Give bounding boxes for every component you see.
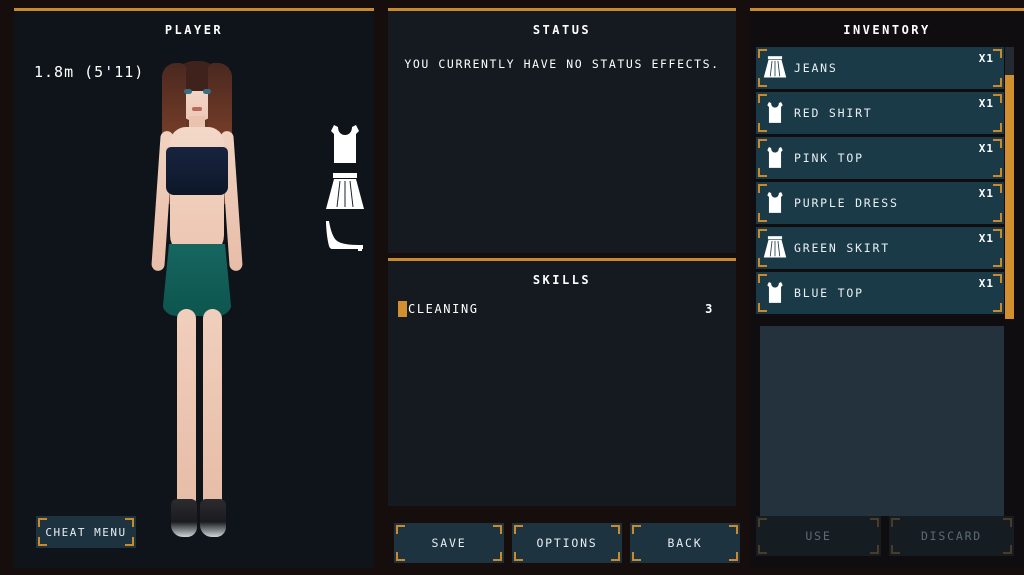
inventory-item-name: PURPLE DRESS — [794, 196, 899, 210]
cheat-menu-label: CHEAT MENU — [45, 526, 126, 539]
inventory-scrollbar[interactable] — [1005, 47, 1014, 319]
inventory-item-name: PINK TOP — [794, 151, 864, 165]
equipped-items — [310, 123, 374, 257]
cheat-menu-button[interactable]: CHEAT MENU — [36, 516, 136, 548]
item-detail-box — [760, 326, 1004, 516]
tank-top-icon — [756, 144, 794, 172]
eye-right — [203, 89, 211, 94]
status-panel: STATUS YOU CURRENTLY HAVE NO STATUS EFFE… — [388, 8, 736, 253]
skills-panel: SKILLS CLEANING 3 — [388, 258, 736, 506]
high-heel-icon[interactable] — [322, 219, 368, 251]
inventory-item[interactable]: PINK TOP X1 — [756, 137, 1004, 179]
skill-name: CLEANING — [408, 302, 479, 316]
discard-button: DISCARD — [889, 516, 1014, 556]
inventory-item[interactable]: JEANS X1 — [756, 47, 1004, 89]
game-screen: PLAYER 1.8m (5'11) — [0, 0, 1024, 575]
inventory-item-qty: X1 — [979, 277, 994, 290]
skill-bullet-icon — [398, 301, 407, 317]
inventory-item-qty: X1 — [979, 97, 994, 110]
inventory-item-qty: X1 — [979, 142, 994, 155]
player-height-label: 1.8m (5'11) — [34, 63, 144, 81]
skirt-icon[interactable] — [323, 173, 367, 213]
leg-right — [203, 309, 222, 509]
inventory-item[interactable]: GREEN SKIRT X1 — [756, 227, 1004, 269]
back-button[interactable]: BACK — [630, 523, 740, 563]
worn-skirt — [162, 244, 232, 316]
action-bar: SAVE OPTIONS BACK — [394, 523, 740, 563]
skirt-icon — [756, 235, 794, 261]
status-message: YOU CURRENTLY HAVE NO STATUS EFFECTS. — [388, 57, 736, 71]
inventory-item-name: JEANS — [794, 61, 838, 75]
inventory-item-name: BLUE TOP — [794, 286, 864, 300]
button-label: BACK — [668, 536, 703, 550]
inventory-panel-title: INVENTORY — [750, 11, 1024, 37]
inventory-item[interactable]: PURPLE DRESS X1 — [756, 182, 1004, 224]
use-button: USE — [756, 516, 881, 556]
inventory-panel: INVENTORY JEANSX1RED SHIRTX1PINK TOPX1PU… — [750, 8, 1024, 568]
options-button[interactable]: OPTIONS — [512, 523, 622, 563]
inventory-item[interactable]: RED SHIRT X1 — [756, 92, 1004, 134]
inventory-scroll-thumb[interactable] — [1005, 75, 1014, 319]
inventory-item-name: RED SHIRT — [794, 106, 873, 120]
inventory-action-bar: USE DISCARD — [756, 516, 1014, 556]
tank-top-icon — [756, 279, 794, 307]
boot-left — [171, 499, 197, 537]
inventory-item-qty: X1 — [979, 232, 994, 245]
player-panel-title: PLAYER — [14, 11, 374, 37]
lips — [192, 107, 202, 111]
tank-top-icon[interactable] — [325, 123, 365, 167]
save-button[interactable]: SAVE — [394, 523, 504, 563]
player-panel: PLAYER 1.8m (5'11) — [14, 8, 374, 568]
skirt-icon — [756, 55, 794, 81]
skill-row: CLEANING 3 — [398, 301, 714, 317]
skills-list: CLEANING 3 — [388, 301, 736, 317]
button-label: SAVE — [432, 536, 467, 550]
eye-left — [184, 89, 192, 94]
button-label: OPTIONS — [536, 536, 597, 550]
leg-left — [177, 309, 196, 509]
tank-top-icon — [756, 189, 794, 217]
skill-value: 3 — [705, 302, 714, 316]
worn-top — [166, 147, 228, 195]
inventory-item[interactable]: BLUE TOP X1 — [756, 272, 1004, 314]
button-label: DISCARD — [921, 529, 982, 543]
boot-right — [200, 499, 226, 537]
inventory-item-name: GREEN SKIRT — [794, 241, 890, 255]
status-panel-title: STATUS — [388, 11, 736, 37]
tank-top-icon — [756, 99, 794, 127]
inventory-item-qty: X1 — [979, 187, 994, 200]
button-label: USE — [805, 529, 831, 543]
skills-panel-title: SKILLS — [388, 261, 736, 287]
character-portrait — [132, 59, 262, 559]
inventory-item-qty: X1 — [979, 52, 994, 65]
inventory-list: JEANSX1RED SHIRTX1PINK TOPX1PURPLE DRESS… — [756, 47, 1004, 319]
